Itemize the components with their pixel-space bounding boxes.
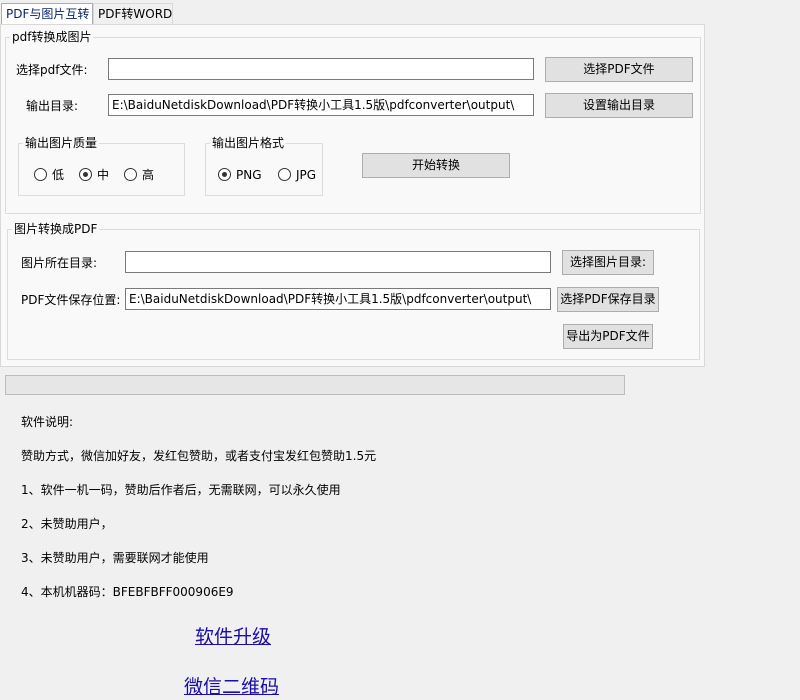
quality-high-label: 高 [142, 168, 155, 182]
select-pdf-save-dir-button[interactable]: 选择PDF保存目录 [557, 287, 659, 312]
image-to-pdf-group: 图片转换成PDF 图片所在目录: 选择图片目录: PDF文件保存位置: E:\B… [7, 221, 700, 360]
progress-bar [5, 375, 625, 395]
software-upgrade-link[interactable]: 软件升级 [195, 625, 271, 649]
export-pdf-button[interactable]: 导出为PDF文件 [563, 324, 653, 349]
image-format-group: 输出图片格式 PNG JPG [205, 135, 323, 196]
select-image-dir-button[interactable]: 选择图片目录: [562, 250, 654, 275]
wechat-qr-link[interactable]: 微信二维码 [184, 675, 279, 699]
image-to-pdf-legend: 图片转换成PDF [12, 221, 100, 237]
output-dir-label: 输出目录: [26, 99, 79, 113]
tab-pdf-word[interactable]: PDF转WORD [93, 3, 173, 24]
pdf-to-image-legend: pdf转换成图片 [10, 29, 94, 45]
quality-medium-radio[interactable] [79, 168, 92, 181]
pdf-save-input[interactable]: E:\BaiduNetdiskDownload\PDF转换小工具1.5版\pdf… [125, 288, 551, 310]
quality-high-radio[interactable] [124, 168, 137, 181]
image-quality-group: 输出图片质量 低 中 高 [18, 135, 185, 196]
pdf-save-label: PDF文件保存位置: [21, 293, 121, 307]
set-output-dir-button[interactable]: 设置输出目录 [545, 93, 693, 118]
notes-line-1: 赞助方式，微信加好友，发红包赞助，或者支付宝发红包赞助1.5元 [21, 449, 377, 463]
notes-line-5: 4、本机机器码：BFEBFBFF000906E9 [21, 585, 234, 599]
image-format-legend: 输出图片格式 [210, 135, 287, 151]
notes-line-2: 1、软件一机一码，赞助后作者后，无需联网，可以永久使用 [21, 483, 341, 497]
notes-line-4: 3、未赞助用户，需要联网才能使用 [21, 551, 209, 565]
format-png-label: PNG [236, 168, 262, 182]
tab-panel: pdf转换成图片 选择pdf文件: 选择PDF文件 输出目录: E:\Baidu… [0, 24, 705, 367]
format-jpg-radio[interactable] [278, 168, 291, 181]
image-quality-legend: 输出图片质量 [23, 135, 100, 151]
quality-medium-label: 中 [97, 168, 110, 182]
output-dir-input[interactable]: E:\BaiduNetdiskDownload\PDF转换小工具1.5版\pdf… [108, 94, 534, 116]
image-dir-label: 图片所在目录: [21, 256, 98, 270]
quality-low-radio[interactable] [34, 168, 47, 181]
pdf-file-label: 选择pdf文件: [16, 63, 88, 77]
format-png-radio[interactable] [218, 168, 231, 181]
pdf-to-image-group: pdf转换成图片 选择pdf文件: 选择PDF文件 输出目录: E:\Baidu… [5, 29, 701, 214]
notes-heading: 软件说明: [21, 415, 74, 429]
format-jpg-label: JPG [296, 168, 317, 182]
tab-pdf-image[interactable]: PDF与图片互转 [1, 3, 93, 24]
start-convert-button[interactable]: 开始转换 [362, 153, 510, 178]
quality-low-label: 低 [52, 168, 65, 182]
image-dir-input[interactable] [125, 251, 551, 273]
select-pdf-file-button[interactable]: 选择PDF文件 [545, 57, 693, 82]
notes-line-3: 2、未赞助用户， [21, 517, 113, 531]
pdf-file-input[interactable] [108, 58, 534, 80]
